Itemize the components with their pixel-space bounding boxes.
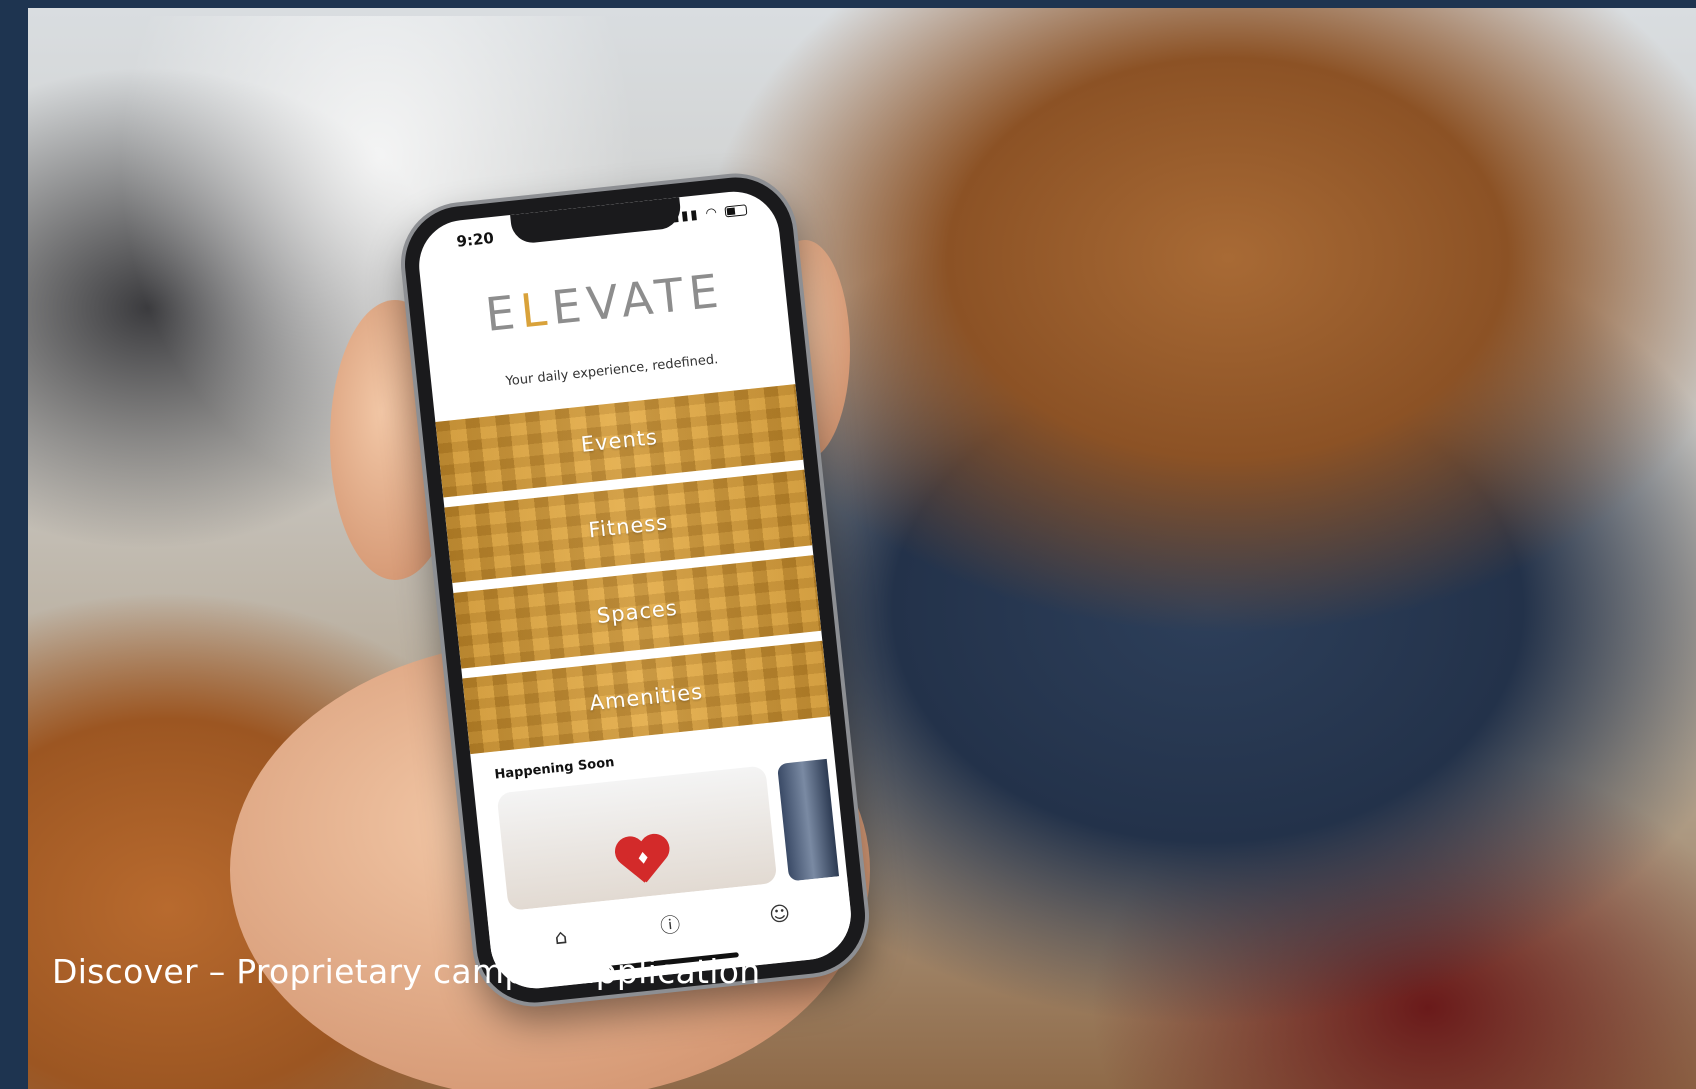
left-border	[0, 0, 28, 1089]
battery-icon	[724, 204, 748, 218]
phone-mockup: 9:20 ▮▮▮ ◠ ELEVATE Your daily experience…	[399, 171, 871, 1009]
top-border	[0, 0, 1696, 8]
event-card-next[interactable]	[776, 758, 840, 882]
blood-drop-icon: ♦	[635, 847, 652, 869]
profile-icon[interactable]: ☺	[763, 897, 796, 930]
app-logo: ELEVATE	[482, 263, 727, 342]
info-icon[interactable]: ⓘ	[654, 909, 687, 942]
status-time: 9:20	[455, 228, 495, 251]
slide: 9:20 ▮▮▮ ◠ ELEVATE Your daily experience…	[0, 0, 1696, 1089]
status-icons: ▮▮▮ ◠	[671, 202, 748, 225]
home-icon[interactable]: ⌂	[544, 920, 577, 953]
wifi-icon: ◠	[704, 205, 720, 222]
category-tiles: Events Fitness Spaces Amenities	[435, 384, 831, 764]
slide-caption: Discover – Proprietary campus applicatio…	[52, 952, 761, 991]
